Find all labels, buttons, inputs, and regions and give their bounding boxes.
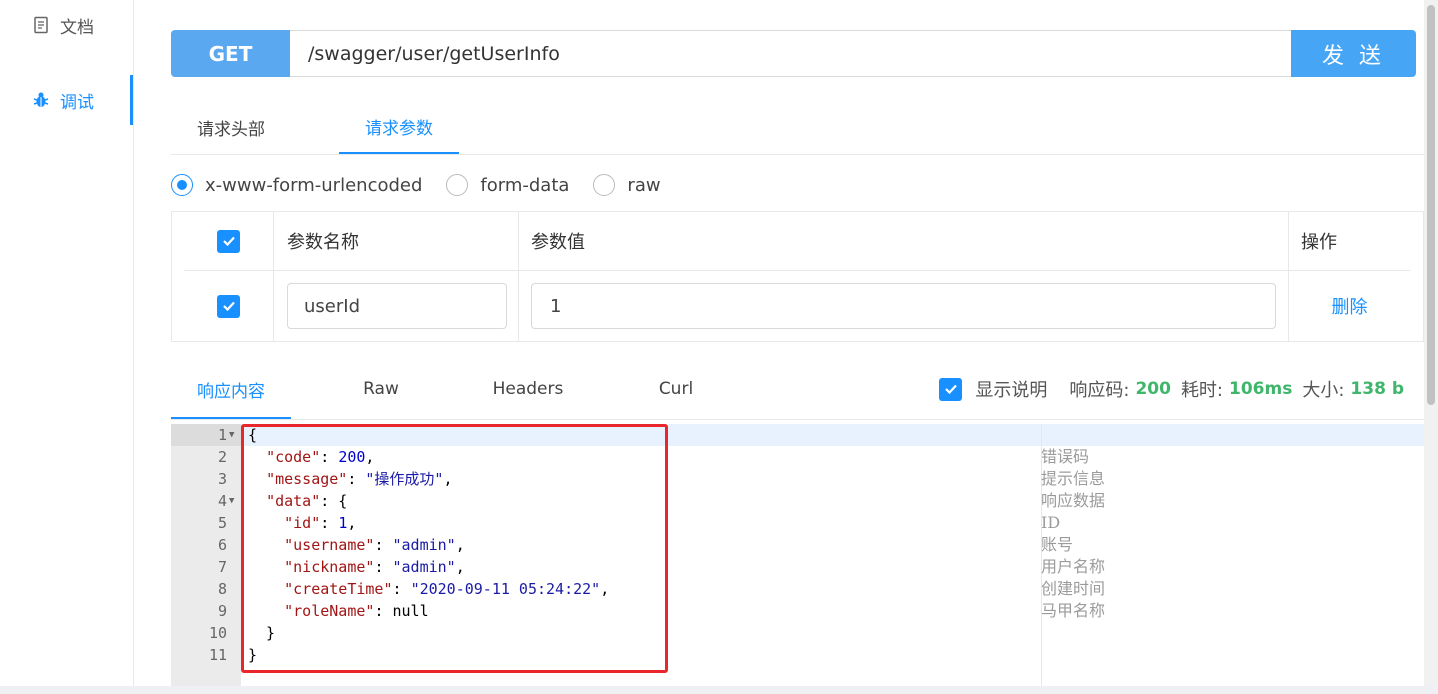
- send-button[interactable]: 发 送: [1291, 30, 1416, 77]
- radio-label: raw: [627, 174, 661, 196]
- tab-curl[interactable]: Curl: [641, 362, 711, 416]
- url-input[interactable]: /swagger/user/getUserInfo: [290, 30, 1291, 77]
- param-name-cell: userId: [274, 270, 519, 342]
- tab-headers[interactable]: Headers: [483, 362, 573, 416]
- status-label: 响应码:: [1069, 380, 1130, 401]
- header-param-value: 参数值: [519, 212, 1289, 270]
- field-description: 创建时间: [1041, 579, 1106, 598]
- select-all-checkbox[interactable]: [217, 229, 240, 253]
- radio-circle[interactable]: [446, 174, 469, 196]
- header-action: 操作: [1301, 232, 1337, 253]
- tab-request-headers[interactable]: 请求头部: [171, 100, 291, 154]
- field-description: 马甲名称: [1041, 601, 1106, 620]
- sidebar-item-debug[interactable]: 调试: [0, 75, 133, 125]
- vertical-scrollbar[interactable]: [1424, 0, 1438, 694]
- sidebar-item-docs[interactable]: 文档: [0, 0, 133, 50]
- line-number: 6: [217, 536, 227, 554]
- line-number: 1: [217, 426, 227, 444]
- check-icon: [222, 236, 235, 247]
- field-description: 提示信息: [1041, 469, 1106, 488]
- action-cell: 删除: [1289, 270, 1410, 342]
- line-number: 7: [217, 558, 227, 576]
- time-label: 耗时:: [1180, 380, 1224, 401]
- field-description: 用户名称: [1041, 557, 1106, 576]
- response-tabs: 响应内容 Raw Headers Curl 显示说明 响应码: 200 耗时: …: [171, 362, 1424, 420]
- radio-circle[interactable]: [171, 174, 193, 196]
- show-desc-label: 显示说明: [975, 380, 1048, 401]
- row-checkbox[interactable]: [217, 294, 240, 318]
- document-icon: [32, 16, 50, 34]
- table-header-row: 参数名称 参数值 操作: [184, 212, 1410, 271]
- tab-response-content[interactable]: 响应内容: [171, 362, 291, 419]
- time-value: 106ms: [1229, 379, 1293, 399]
- param-name-input[interactable]: userId: [287, 283, 507, 329]
- size-value: 138 b: [1350, 379, 1404, 399]
- check-icon: [945, 384, 957, 395]
- show-desc-checkbox[interactable]: [939, 377, 963, 401]
- line-number: 3: [217, 470, 227, 488]
- tab-request-params[interactable]: 请求参数: [339, 100, 459, 154]
- sidebar: 文档 调试: [0, 0, 134, 694]
- field-description: 账号: [1041, 535, 1074, 554]
- line-number: 5: [217, 514, 227, 532]
- bug-icon: [32, 91, 50, 109]
- delete-link[interactable]: 删除: [1332, 293, 1368, 319]
- line-number: 9: [217, 602, 227, 620]
- param-value-input[interactable]: 1: [531, 283, 1276, 329]
- line-number: 11: [208, 646, 227, 664]
- radio-raw[interactable]: raw: [593, 174, 661, 196]
- radio-circle[interactable]: [593, 174, 616, 196]
- field-description: 错误码: [1041, 447, 1090, 466]
- body-type-radios: x-www-form-urlencoded form-data raw: [171, 170, 685, 200]
- method-select[interactable]: GET: [171, 30, 290, 77]
- radio-label: x-www-form-urlencoded: [205, 174, 423, 196]
- radio-form-data[interactable]: form-data: [446, 174, 569, 196]
- line-number: 2: [217, 448, 227, 466]
- bottom-strip: [0, 686, 1438, 694]
- field-description: ID: [1041, 513, 1061, 532]
- sidebar-item-label: 文档: [60, 17, 94, 38]
- row-checkbox-cell: [184, 270, 274, 342]
- status-value: 200: [1135, 379, 1171, 399]
- check-icon: [222, 301, 235, 312]
- header-checkbox-cell: [184, 212, 274, 270]
- table-row: userId 1 删除: [184, 270, 1410, 342]
- request-bar: GET /swagger/user/getUserInfo 发 送: [171, 30, 1416, 77]
- radio-label: form-data: [480, 174, 570, 196]
- fold-arrow-icon[interactable]: ▼: [229, 424, 237, 446]
- request-tabs: 请求头部 请求参数: [171, 100, 1424, 155]
- line-number: 8: [217, 580, 227, 598]
- field-description: 响应数据: [1041, 491, 1106, 510]
- line-number: 4: [217, 492, 227, 510]
- header-param-name: 参数名称: [274, 212, 519, 270]
- size-label: 大小:: [1302, 380, 1345, 401]
- sidebar-item-label: 调试: [60, 92, 94, 113]
- tab-raw[interactable]: Raw: [341, 362, 421, 416]
- highlight-annotation-box: [241, 424, 668, 673]
- radio-urlencoded[interactable]: x-www-form-urlencoded: [171, 174, 422, 196]
- params-table: 参数名称 参数值 操作 userId 1 删除: [171, 211, 1424, 342]
- fold-arrow-icon[interactable]: ▼: [229, 490, 237, 512]
- scrollbar-thumb[interactable]: [1427, 5, 1435, 405]
- param-value-cell: 1: [519, 270, 1289, 342]
- response-meta: 显示说明 响应码: 200 耗时: 106ms 大小: 138 b: [939, 362, 1404, 416]
- line-number: 10: [208, 624, 227, 642]
